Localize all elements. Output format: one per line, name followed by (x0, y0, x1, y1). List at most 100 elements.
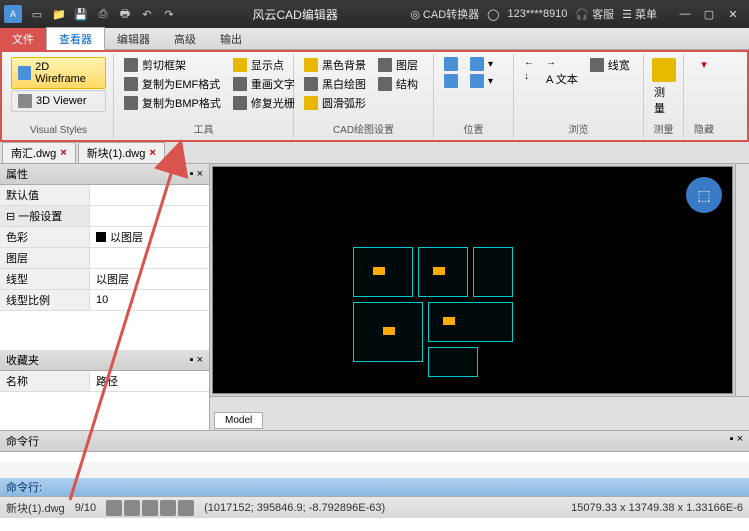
lineweight-button[interactable]: 线宽 (586, 56, 634, 74)
browse-label: 浏览 (520, 119, 637, 136)
zoom-fit-button[interactable] (440, 73, 462, 89)
save-all-icon[interactable]: ⎙ (92, 3, 114, 25)
close-tab-icon[interactable]: × (60, 147, 66, 159)
structure-button[interactable]: 结构 (374, 75, 422, 93)
visual-styles-label: Visual Styles (10, 123, 107, 136)
panel-close-icon[interactable]: ▪ × (190, 168, 203, 180)
linetype-label: 线型 (0, 269, 90, 289)
default-label: 默认值 (0, 185, 90, 205)
vertical-scrollbar[interactable] (735, 164, 749, 396)
panel-close-icon[interactable]: ▪ × (190, 354, 203, 366)
user-avatar[interactable]: ◯ (487, 8, 499, 21)
favorites-header: 收藏夹▪ × (0, 350, 209, 371)
measure-label: 测量 (650, 119, 677, 136)
status-filename: 新块(1).dwg (6, 500, 65, 516)
status-dims: 15079.33 x 13749.38 x 1.33166E-6 (571, 502, 743, 514)
snap-icon[interactable] (106, 500, 122, 516)
commandline-prompt[interactable]: 命令行: (0, 478, 749, 496)
nav-down-button[interactable]: ↓ (520, 70, 538, 83)
undo-icon[interactable]: ↶ (136, 3, 158, 25)
tools-label: 工具 (120, 119, 287, 136)
black-bg-button[interactable]: 黑色背景 (300, 56, 370, 74)
nav-right-button[interactable]: → (542, 56, 582, 69)
show-points-button[interactable]: 显示点 (229, 56, 299, 74)
clip-frame-button[interactable]: 剪切框架 (120, 56, 225, 74)
polar-icon[interactable] (160, 500, 176, 516)
horizontal-scrollbar[interactable] (210, 396, 749, 410)
repair-trace-button[interactable]: 修复光栅 (229, 94, 299, 112)
lscale-value[interactable]: 10 (90, 290, 209, 310)
zoom-window-button[interactable]: ▾ (466, 73, 497, 89)
tab-editor[interactable]: 编辑器 (105, 28, 162, 50)
drawing-canvas[interactable]: ⬚ (212, 166, 733, 394)
smooth-arc-button[interactable]: 圆滑弧形 (300, 94, 370, 112)
menu-link[interactable]: ☰ 菜单 (622, 6, 657, 22)
general-section[interactable]: ⊟ 一般设置 (0, 206, 90, 226)
ortho-icon[interactable] (142, 500, 158, 516)
nav-left-button[interactable]: ← (520, 56, 538, 69)
tab-advanced[interactable]: 高级 (162, 28, 208, 50)
layer-value[interactable] (90, 248, 209, 268)
save-icon[interactable]: 💾 (70, 3, 92, 25)
user-id: 123****8910 (507, 8, 567, 20)
layers-button[interactable]: 图层 (374, 56, 422, 74)
viewcube-icon[interactable]: ⬚ (686, 177, 722, 213)
hide-label: 隐藏 (690, 119, 718, 136)
grid-icon[interactable] (124, 500, 140, 516)
tab-viewer[interactable]: 查看器 (46, 27, 105, 50)
fav-path-header: 路径 (90, 371, 209, 391)
layer-label: 图层 (0, 248, 90, 268)
app-icon: A (4, 5, 22, 23)
panel-close-icon[interactable]: ▪ × (730, 433, 743, 445)
print-icon[interactable]: 🖶 (114, 3, 136, 25)
status-coords: (1017152; 395846.9; -8.792896E-63) (204, 502, 385, 514)
close-tab-icon[interactable]: × (149, 147, 155, 159)
fav-name-header: 名称 (0, 371, 90, 391)
zoom-out-button[interactable]: ▾ (466, 56, 497, 72)
canvas-area: ⬚ Model (210, 164, 749, 430)
zoom-in-button[interactable] (440, 56, 462, 72)
bw-draw-button[interactable]: 黑白绘图 (300, 75, 370, 93)
viewer-3d-button[interactable]: 3D Viewer (11, 90, 106, 112)
document-tabs: 南汇.dwg× 新块(1).dwg× (0, 142, 749, 164)
statusbar: 新块(1).dwg 9/10 (1017152; 395846.9; -8.79… (0, 496, 749, 518)
copy-emf-button[interactable]: 复制为EMF格式 (120, 75, 225, 93)
text-button[interactable]: A 文本 (542, 70, 582, 88)
position-label: 位置 (440, 119, 507, 136)
redo-icon[interactable]: ↷ (158, 3, 180, 25)
new-icon[interactable]: ▭ (26, 3, 48, 25)
menubar: 文件 查看器 编辑器 高级 输出 (0, 28, 749, 50)
sidebar: 属性▪ × 默认值 ⊟ 一般设置 色彩以图层 图层 线型以图层 线型比例10 收… (0, 164, 210, 430)
doctab-2[interactable]: 新块(1).dwg× (78, 142, 165, 164)
color-value[interactable]: 以图层 (90, 227, 209, 247)
doctab-1[interactable]: 南汇.dwg× (2, 142, 76, 164)
properties-header: 属性▪ × (0, 164, 209, 185)
tab-output[interactable]: 输出 (208, 28, 254, 50)
wireframe-2d-button[interactable]: 2D Wireframe (11, 57, 106, 89)
support-link[interactable]: 🎧 客服 (575, 6, 614, 22)
color-label: 色彩 (0, 227, 90, 247)
titlebar: A ▭ 📁 💾 ⎙ 🖶 ↶ ↷ 风云CAD编辑器 ◎ CAD转换器 ◯ 123*… (0, 0, 749, 28)
status-progress: 9/10 (75, 502, 96, 514)
main-area: 属性▪ × 默认值 ⊟ 一般设置 色彩以图层 图层 线型以图层 线型比例10 收… (0, 164, 749, 430)
redraw-text-button[interactable]: 重画文字 (229, 75, 299, 93)
hide-dropdown[interactable]: ▾ (690, 56, 718, 73)
measure-button[interactable]: 测量 (650, 56, 677, 118)
maximize-button[interactable]: ▢ (697, 4, 721, 24)
cad-settings-label: CAD绘图设置 (300, 119, 427, 136)
tab-file[interactable]: 文件 (0, 28, 46, 50)
lscale-label: 线型比例 (0, 290, 90, 310)
close-button[interactable]: ✕ (721, 4, 745, 24)
model-tab[interactable]: Model (214, 412, 263, 429)
commandline-header: 命令行▪ × (0, 431, 749, 452)
copy-bmp-button[interactable]: 复制为BMP格式 (120, 94, 225, 112)
app-title: 风云CAD编辑器 (180, 6, 410, 23)
osnap-icon[interactable] (178, 500, 194, 516)
commandline-panel: 命令行▪ × (0, 430, 749, 478)
minimize-button[interactable]: — (673, 4, 697, 24)
floorplan-drawing (353, 247, 513, 387)
converter-link[interactable]: ◎ CAD转换器 (410, 6, 479, 22)
linetype-value[interactable]: 以图层 (90, 269, 209, 289)
canvas-tabs: Model (210, 410, 749, 430)
open-icon[interactable]: 📁 (48, 3, 70, 25)
